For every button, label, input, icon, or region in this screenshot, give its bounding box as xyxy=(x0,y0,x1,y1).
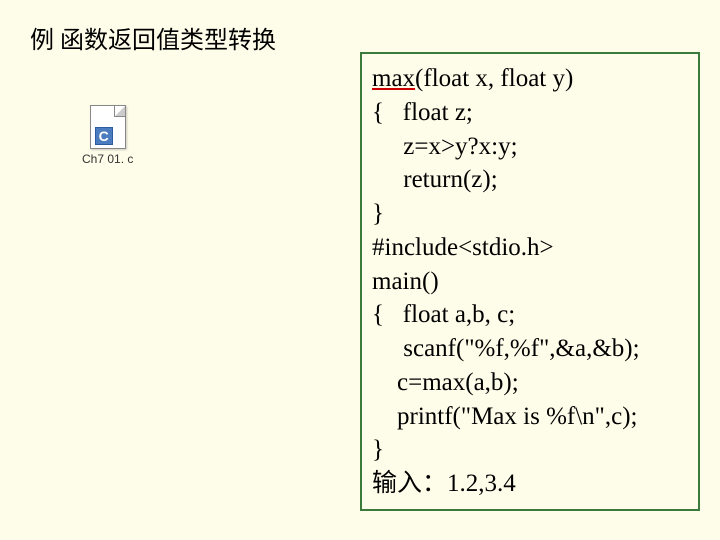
code-line-2: { float z; xyxy=(372,96,688,130)
code-box: max(float x, float y) { float z; z=x>y?x… xyxy=(360,52,700,511)
code-line-11: printf("Max is %f\n",c); xyxy=(372,400,688,434)
code-line-3: z=x>y?x:y; xyxy=(372,130,688,164)
code-line-12: } xyxy=(372,433,688,467)
code-line-10: c=max(a,b); xyxy=(372,366,688,400)
input-line: 输入：1.2,3.4 xyxy=(372,467,688,501)
input-label: 输入： xyxy=(372,470,447,497)
file-label: Ch7 01. c xyxy=(82,152,133,166)
file-icon-letter: C xyxy=(95,127,113,145)
file-icon-container: C Ch7 01. c xyxy=(82,105,133,166)
code-line-7: main() xyxy=(372,265,688,299)
code-line-1: max(float x, float y) xyxy=(372,62,688,96)
code-line-1-rest: (float x, float y) xyxy=(415,65,573,92)
slide-title: 例 函数返回值类型转换 xyxy=(30,20,276,55)
code-line-8: { float a,b, c; xyxy=(372,298,688,332)
max-function-name: max xyxy=(372,65,415,92)
c-file-icon: C xyxy=(90,105,126,149)
code-line-4: return(z); xyxy=(372,163,688,197)
code-line-9: scanf("%f,%f",&a,&b); xyxy=(372,332,688,366)
input-value: 1.2,3.4 xyxy=(447,470,516,497)
code-line-5: } xyxy=(372,197,688,231)
code-line-6: #include<stdio.h> xyxy=(372,231,688,265)
